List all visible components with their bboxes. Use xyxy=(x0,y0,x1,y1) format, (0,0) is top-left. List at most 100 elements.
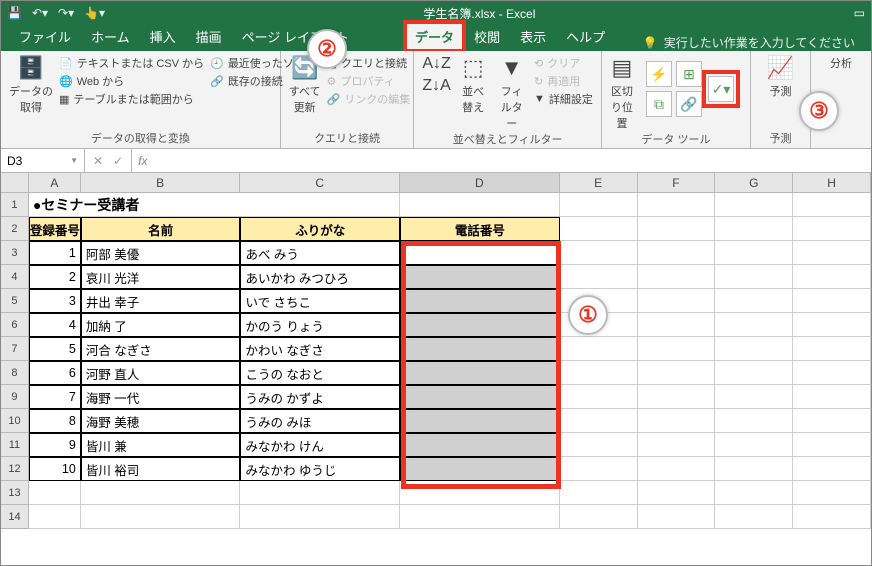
flash-fill-button[interactable]: ⚡ xyxy=(646,61,672,87)
tab-review[interactable]: 校閲 xyxy=(464,22,510,51)
from-csv-button[interactable]: 📄テキストまたは CSV から xyxy=(59,55,204,71)
cell-kana[interactable]: こうの なおと xyxy=(240,361,400,385)
row-header[interactable]: 1 xyxy=(1,193,29,217)
tab-draw[interactable]: 描画 xyxy=(186,22,232,51)
row-header[interactable]: 4 xyxy=(1,265,29,289)
row-header[interactable]: 12 xyxy=(1,457,29,481)
cell[interactable] xyxy=(560,265,638,289)
row-header[interactable]: 5 xyxy=(1,289,29,313)
cell[interactable] xyxy=(793,265,871,289)
cell-kana[interactable]: あいかわ みつひろ xyxy=(240,265,400,289)
row-header[interactable]: 6 xyxy=(1,313,29,337)
forecast-button[interactable]: 📈予測 xyxy=(759,55,802,99)
cell[interactable] xyxy=(81,505,241,529)
cell[interactable] xyxy=(715,481,793,505)
cell[interactable] xyxy=(560,361,638,385)
cell[interactable] xyxy=(715,361,793,385)
cell[interactable] xyxy=(638,361,716,385)
cell[interactable] xyxy=(793,337,871,361)
cell[interactable] xyxy=(638,289,716,313)
cell[interactable] xyxy=(560,337,638,361)
column-header-B[interactable]: B xyxy=(81,173,241,193)
cell[interactable] xyxy=(560,457,638,481)
ribbon-opts-icon[interactable]: ▭ xyxy=(854,6,865,20)
consolidate-button[interactable]: ⊞ xyxy=(676,61,702,87)
column-header-F[interactable]: F xyxy=(638,173,716,193)
remove-dup-button[interactable]: ⧉ xyxy=(646,91,672,117)
cell[interactable] xyxy=(638,241,716,265)
text-to-columns-button[interactable]: ▤区切り位置 xyxy=(610,55,634,131)
cell[interactable] xyxy=(29,505,81,529)
cell[interactable] xyxy=(240,193,400,217)
cell[interactable] xyxy=(638,337,716,361)
cell-kana[interactable]: あべ みう xyxy=(240,241,400,265)
cell[interactable] xyxy=(793,409,871,433)
cell[interactable] xyxy=(715,337,793,361)
cell[interactable] xyxy=(715,457,793,481)
cell-name[interactable]: 加納 了 xyxy=(81,313,241,337)
cell-id[interactable]: 10 xyxy=(29,457,81,481)
tab-data[interactable]: データ xyxy=(405,22,464,51)
tab-insert[interactable]: 挿入 xyxy=(140,22,186,51)
hdr-kana[interactable]: ふりがな xyxy=(240,217,400,241)
data-validation-button[interactable]: ✓▾ xyxy=(708,76,734,102)
row-header[interactable]: 7 xyxy=(1,337,29,361)
cell-phone[interactable] xyxy=(400,265,560,289)
edit-links-button[interactable]: 🔗リンクの編集 xyxy=(327,91,411,107)
hdr-id[interactable]: 登録番号 xyxy=(29,217,81,241)
cell[interactable] xyxy=(240,505,400,529)
row-header[interactable]: 11 xyxy=(1,433,29,457)
cell[interactable] xyxy=(638,217,716,241)
cell-id[interactable]: 6 xyxy=(29,361,81,385)
cell[interactable] xyxy=(560,505,638,529)
cell[interactable] xyxy=(715,241,793,265)
cell-name[interactable]: 阿部 美優 xyxy=(81,241,241,265)
title-cell[interactable]: ●セミナー受講者 xyxy=(29,193,241,217)
column-header-E[interactable]: E xyxy=(560,173,638,193)
cell-id[interactable]: 3 xyxy=(29,289,81,313)
tab-view[interactable]: 表示 xyxy=(510,22,556,51)
cell-kana[interactable]: みなかわ けん xyxy=(240,433,400,457)
cell[interactable] xyxy=(400,193,560,217)
cell[interactable] xyxy=(638,193,716,217)
cell-id[interactable]: 7 xyxy=(29,385,81,409)
cell[interactable] xyxy=(793,505,871,529)
save-icon[interactable]: 💾 xyxy=(7,6,22,20)
sort-az-button[interactable]: A↓Z xyxy=(422,55,450,73)
cell[interactable] xyxy=(400,481,560,505)
clear-button[interactable]: ⟲クリア xyxy=(534,55,593,71)
reapply-button[interactable]: ↻再適用 xyxy=(534,73,593,89)
cell-name[interactable]: 河野 直人 xyxy=(81,361,241,385)
touch-icon[interactable]: 👆▾ xyxy=(84,6,105,20)
cell[interactable] xyxy=(638,313,716,337)
sort-button[interactable]: ⬚並べ替え xyxy=(457,55,490,115)
cell[interactable] xyxy=(715,265,793,289)
cell[interactable] xyxy=(81,481,241,505)
row-header[interactable]: 2 xyxy=(1,217,29,241)
cell[interactable] xyxy=(560,241,638,265)
hdr-phone[interactable]: 電話番号 xyxy=(400,217,560,241)
cell[interactable] xyxy=(793,193,871,217)
cell-phone[interactable] xyxy=(400,457,560,481)
enter-icon[interactable]: ✓ xyxy=(113,154,123,168)
cell[interactable] xyxy=(793,313,871,337)
cell[interactable] xyxy=(638,385,716,409)
cell-kana[interactable]: いで さちこ xyxy=(240,289,400,313)
cell-phone[interactable] xyxy=(400,385,560,409)
cell-name[interactable]: 海野 一代 xyxy=(81,385,241,409)
cell[interactable] xyxy=(560,217,638,241)
cell[interactable] xyxy=(715,433,793,457)
cell-kana[interactable]: かのう りょう xyxy=(240,313,400,337)
undo-icon[interactable]: ↶▾ xyxy=(32,6,48,20)
cell-phone[interactable] xyxy=(400,337,560,361)
cell-kana[interactable]: うみの みほ xyxy=(240,409,400,433)
cell-name[interactable]: 皆川 兼 xyxy=(81,433,241,457)
cell-kana[interactable]: かわい なぎさ xyxy=(240,337,400,361)
cell[interactable] xyxy=(793,361,871,385)
row-header[interactable]: 13 xyxy=(1,481,29,505)
cell[interactable] xyxy=(793,385,871,409)
cell[interactable] xyxy=(638,457,716,481)
from-web-button[interactable]: 🌐Web から xyxy=(59,73,204,89)
cell[interactable] xyxy=(400,505,560,529)
row-header[interactable]: 14 xyxy=(1,505,29,529)
